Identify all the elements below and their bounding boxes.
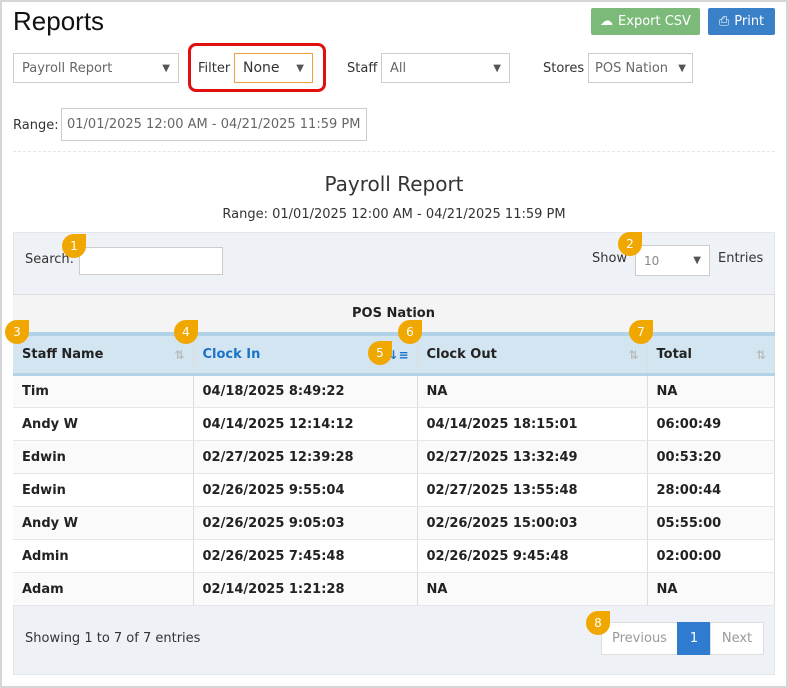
table-cell: 04/14/2025 18:15:01 xyxy=(417,407,648,441)
previous-button[interactable]: Previous xyxy=(601,622,678,655)
payroll-table: POS Nation Staff Name ⇅ Clock In ↓≡ Clock … xyxy=(13,294,775,606)
table-cell: 02/26/2025 7:45:48 xyxy=(193,539,418,573)
table-row: Edwin 02/27/2025 12:39:28 02/27/2025 13:32… xyxy=(13,440,775,474)
table-row: Andy W 02/26/2025 9:05:03 02/26/2025 15:00… xyxy=(13,506,775,540)
callout-marker: 6 xyxy=(398,320,422,344)
table-cell: 02/27/2025 12:39:28 xyxy=(193,440,418,474)
chevron-down-icon: ▼ xyxy=(162,62,170,74)
stores-select[interactable]: POS Nation ▼ xyxy=(588,53,693,83)
table-cell: 02:00:00 xyxy=(647,539,775,573)
table-cell: NA xyxy=(647,572,775,606)
page-1-button[interactable]: 1 xyxy=(677,622,711,655)
table-cell: 04/18/2025 8:49:22 xyxy=(193,374,418,408)
callout-marker: 8 xyxy=(586,611,610,635)
table-row: Tim 04/18/2025 8:49:22 NA NA xyxy=(13,374,775,408)
report-subtitle: Range: 01/01/2025 12:00 AM - 04/21/2025 … xyxy=(222,207,566,222)
filter-select[interactable]: None ▼ xyxy=(234,53,313,83)
table-cell: NA xyxy=(647,374,775,408)
callout-marker: 5 xyxy=(368,341,392,365)
report-title: Payroll Report xyxy=(324,172,464,196)
table-cell: 00:53:20 xyxy=(647,440,775,474)
export-csv-button[interactable]: ☁ Export CSV xyxy=(591,8,700,35)
callout-marker: 2 xyxy=(618,232,642,256)
table-row: Andy W 04/14/2025 12:14:12 04/14/2025 18:1… xyxy=(13,407,775,441)
table-cell: Edwin xyxy=(13,440,194,474)
entries-label: Entries xyxy=(718,251,764,266)
chevron-down-icon: ▼ xyxy=(678,62,686,74)
stores-label: Stores xyxy=(543,61,585,76)
table-cell: 02/26/2025 15:00:03 xyxy=(417,506,648,540)
report-type-select[interactable]: Payroll Report ▼ xyxy=(13,53,179,83)
cloud-download-icon: ☁ xyxy=(600,14,614,29)
table-cell: NA xyxy=(417,374,648,408)
table-cell: 04/14/2025 12:14:12 xyxy=(193,407,418,441)
search-input[interactable] xyxy=(79,247,223,275)
chevron-down-icon: ▼ xyxy=(296,62,304,74)
entries-select[interactable]: 10 ▼ xyxy=(635,245,710,276)
table-cell: 02/26/2025 9:45:48 xyxy=(417,539,648,573)
print-button[interactable]: ⎙ Print xyxy=(708,8,775,35)
callout-marker: 3 xyxy=(5,320,29,344)
table-cell: 02/26/2025 9:55:04 xyxy=(193,473,418,507)
table-row: Adam 02/14/2025 1:21:28 NA NA xyxy=(13,572,775,606)
table-cell: Admin xyxy=(13,539,194,573)
column-header-staff-name[interactable]: Staff Name ⇅ xyxy=(13,331,194,376)
range-label: Range: xyxy=(13,118,59,133)
next-button[interactable]: Next xyxy=(710,622,764,655)
store-group-header: POS Nation xyxy=(13,294,775,334)
sort-icon[interactable]: ⇅ xyxy=(628,348,638,362)
table-cell: Edwin xyxy=(13,473,194,507)
column-header-clock-out[interactable]: Clock Out ⇅ xyxy=(417,331,648,376)
table-cell: Adam xyxy=(13,572,194,606)
sort-icon[interactable]: ⇅ xyxy=(174,348,184,362)
table-cell: 28:00:44 xyxy=(647,473,775,507)
table-row: Admin 02/26/2025 7:45:48 02/26/2025 9:45:4… xyxy=(13,539,775,573)
table-cell: Andy W xyxy=(13,407,194,441)
table-cell: 05:55:00 xyxy=(647,506,775,540)
page-title: Reports xyxy=(13,6,105,36)
divider xyxy=(13,151,775,152)
chevron-down-icon: ▼ xyxy=(493,62,501,74)
printer-icon: ⎙ xyxy=(718,14,730,29)
table-cell: 02/27/2025 13:55:48 xyxy=(417,473,648,507)
table-cell: 02/26/2025 9:05:03 xyxy=(193,506,418,540)
table-cell: 02/14/2025 1:21:28 xyxy=(193,572,418,606)
staff-select[interactable]: All ▼ xyxy=(381,53,510,83)
filter-label: Filter xyxy=(198,61,231,76)
callout-marker: 1 xyxy=(62,234,86,258)
table-cell: 06:00:49 xyxy=(647,407,775,441)
callout-marker: 7 xyxy=(629,320,653,344)
staff-label: Staff xyxy=(347,61,378,76)
chevron-down-icon: ▼ xyxy=(693,255,701,266)
entries-info: Showing 1 to 7 of 7 entries xyxy=(25,631,201,646)
table-cell: Tim xyxy=(13,374,194,408)
table-cell: 02/27/2025 13:32:49 xyxy=(417,440,648,474)
sort-icon[interactable]: ⇅ xyxy=(756,348,766,362)
table-cell: NA xyxy=(417,572,648,606)
callout-marker: 4 xyxy=(174,320,198,344)
range-input[interactable]: 01/01/2025 12:00 AM - 04/21/2025 11:59 P… xyxy=(61,108,367,141)
column-header-total[interactable]: Total ⇅ xyxy=(647,331,775,376)
table-cell: Andy W xyxy=(13,506,194,540)
table-row: Edwin 02/26/2025 9:55:04 02/27/2025 13:55:… xyxy=(13,473,775,507)
